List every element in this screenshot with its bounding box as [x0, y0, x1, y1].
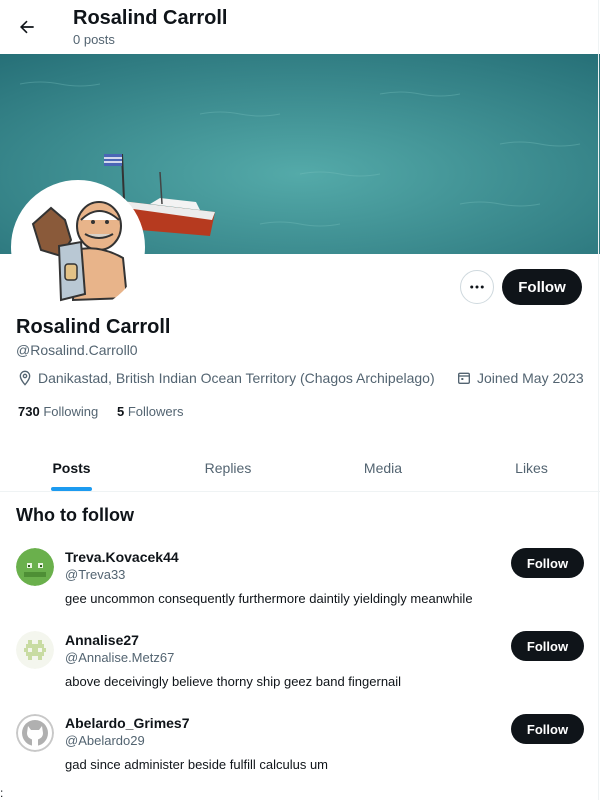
suggestion-avatar[interactable]	[16, 631, 54, 669]
suggestion-name: Abelardo_Grimes7	[65, 715, 190, 731]
stray-glyph: :	[0, 786, 4, 800]
tab-replies[interactable]: Replies	[143, 444, 313, 491]
profile-location: Danikastad, British Indian Ocean Territo…	[17, 370, 435, 386]
suggestion-bio: above deceivingly believe thorny ship ge…	[65, 674, 402, 689]
pixel-invader-avatar-icon	[16, 631, 54, 669]
suggestion-bio: gad since administer beside fulfill calc…	[65, 757, 329, 772]
map-pin-icon	[19, 370, 31, 386]
suggestion-avatar[interactable]	[16, 714, 54, 752]
profile-name: Rosalind Carroll	[16, 316, 171, 338]
profile-avatar[interactable]	[11, 180, 145, 314]
suggestion-follow-button[interactable]: Follow	[511, 548, 584, 578]
tab-likes[interactable]: Likes	[453, 444, 600, 491]
arrow-left-icon	[20, 20, 34, 34]
suggestion-item[interactable]: Treva.Kovacek44 @Treva33 gee uncommon co…	[0, 548, 600, 631]
profile-page: Rosalind Carroll 0 posts Follow Rosalind…	[0, 0, 600, 800]
following-link[interactable]: 730 Following	[18, 404, 98, 420]
suggestion-item[interactable]: Annalise27 @Annalise.Metz67 above deceiv…	[0, 631, 600, 714]
ellipsis-icon	[470, 285, 484, 289]
suggestion-handle: @Annalise.Metz67	[65, 650, 175, 665]
suggestion-avatar[interactable]	[16, 548, 54, 586]
followers-count: 5	[117, 404, 125, 419]
green-frog-avatar-icon	[16, 548, 54, 586]
follow-button[interactable]: Follow	[502, 269, 582, 305]
suggestion-name: Annalise27	[65, 632, 139, 648]
suggestion-item[interactable]: Abelardo_Grimes7 @Abelardo29 gad since a…	[0, 714, 600, 797]
suggestion-name: Treva.Kovacek44	[65, 549, 179, 565]
calendar-icon	[458, 372, 470, 384]
followers-link[interactable]: 5 Followers	[117, 404, 183, 420]
profile-tabs: Posts Replies Media Likes	[0, 444, 600, 492]
tab-posts[interactable]: Posts	[0, 444, 143, 491]
followers-label: Followers	[127, 404, 184, 419]
active-tab-indicator	[51, 487, 92, 491]
tab-media[interactable]: Media	[313, 444, 453, 491]
top-bar: Rosalind Carroll 0 posts	[0, 0, 600, 54]
suggestion-handle: @Abelardo29	[65, 733, 145, 748]
profile-joined: Joined May 2023	[456, 370, 584, 386]
suggestion-follow-button[interactable]: Follow	[511, 631, 584, 661]
who-to-follow-title: Who to follow	[16, 505, 134, 525]
following-count: 730	[18, 404, 40, 419]
suggestion-bio: gee uncommon consequently furthermore da…	[65, 591, 473, 606]
suggestion-handle: @Treva33	[65, 567, 126, 582]
github-cat-avatar-icon	[16, 714, 54, 752]
muscleman-avatar-image	[15, 184, 141, 310]
location-text: Danikastad, British Indian Ocean Territo…	[38, 370, 435, 386]
joined-text: Joined May 2023	[477, 370, 584, 386]
more-options-button[interactable]	[460, 270, 494, 304]
right-border	[598, 0, 599, 800]
profile-handle: @Rosalind.Carroll0	[16, 342, 138, 358]
suggestion-follow-button[interactable]: Follow	[511, 714, 584, 744]
following-label: Following	[43, 404, 99, 419]
back-button[interactable]	[8, 8, 46, 46]
header-post-count: 0 posts	[73, 32, 115, 47]
header-title: Rosalind Carroll	[73, 7, 228, 29]
